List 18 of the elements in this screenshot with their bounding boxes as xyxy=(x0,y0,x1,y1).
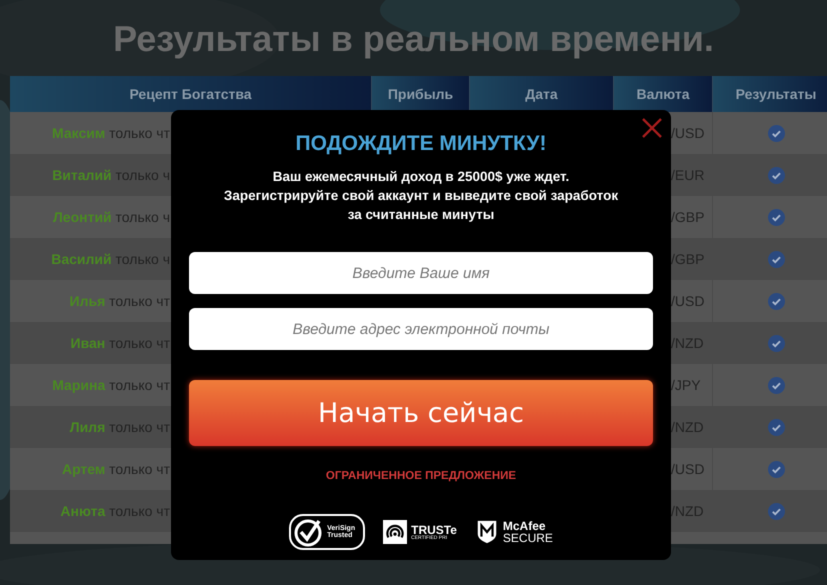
page-title: Результаты в реальном времени. xyxy=(112,18,715,61)
input-field[interactable]: Введите адрес электронной почты xyxy=(189,308,653,350)
checkmark-seal-icon xyxy=(293,517,324,547)
badge-text: McAfee xyxy=(502,520,547,532)
offer-text: ОГРАНИЧЕННОЕ ПРЕДЛОЖЕНИЕ xyxy=(326,470,516,482)
badge-text: TRUSTe xyxy=(411,524,457,536)
column-header: Дата xyxy=(470,76,614,112)
badge-text: SECURE xyxy=(502,532,553,544)
modal-heading: ПОДОЖДИТЕ МИНУТКУ! xyxy=(296,132,546,156)
column-header: Прибыль xyxy=(372,76,470,112)
start-button[interactable]: Начать сейчас xyxy=(189,380,653,446)
column-header: Рецепт Богатства xyxy=(10,76,372,112)
modal-message: Ваш ежемесячный доход в 25000$ уже ждет. Зарегистрируйте свой аккаунт и выведите свой заработок за считанные минуты xyxy=(224,168,618,224)
input-field[interactable]: Введите Ваше имя xyxy=(189,252,653,294)
column-header: Результаты xyxy=(713,76,827,112)
close-icon[interactable] xyxy=(642,118,662,138)
column-header: Валюта xyxy=(614,76,713,112)
seal-icon xyxy=(383,520,408,544)
